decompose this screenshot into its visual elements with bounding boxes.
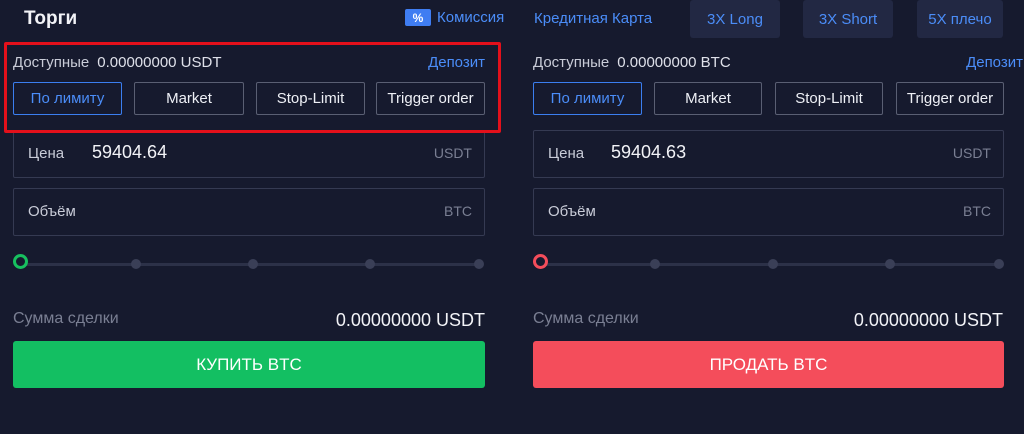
order-type-stop-limit[interactable]: Stop-Limit [775, 82, 883, 115]
page-title: Торги [24, 8, 78, 29]
price-unit: USDT [952, 145, 991, 161]
slider-step-25[interactable] [131, 259, 141, 269]
amount-slider[interactable] [533, 254, 1004, 274]
available-balance: Доступные 0.00000000 BTC [533, 54, 731, 71]
percent-icon: % [405, 9, 431, 26]
price-label: Цена [28, 145, 65, 162]
5x-leverage-button[interactable]: 5X плечо [917, 0, 1003, 38]
available-label: Доступные [533, 54, 610, 71]
order-type-market[interactable]: Market [134, 82, 244, 115]
volume-input[interactable]: Объём BTC [533, 188, 1004, 236]
buy-panel: Доступные 0.00000000 USDT Депозит По лими… [0, 38, 490, 434]
trade-sum-value: 0.00000000 USDT [853, 310, 1003, 330]
slider-step-75[interactable] [365, 259, 375, 269]
trade-sum-value: 0.00000000 USDT [335, 310, 485, 330]
order-type-trigger[interactable]: Trigger order [896, 82, 1004, 115]
available-balance: Доступные 0.00000000 USDT [13, 54, 222, 71]
slider-step-50[interactable] [248, 259, 258, 269]
commission-label: Комиссия [437, 9, 505, 26]
order-type-market[interactable]: Market [654, 82, 762, 115]
price-input[interactable]: Цена 59404.64 USDT [13, 130, 485, 178]
top-bar: Торги % Комиссия Кредитная Карта 3X Long… [0, 0, 1024, 38]
available-value: 0.00000000 BTC [617, 54, 731, 71]
available-label: Доступные [13, 54, 90, 71]
price-input[interactable]: Цена 59404.63 USDT [533, 130, 1004, 178]
slider-step-75[interactable] [885, 259, 895, 269]
deposit-link[interactable]: Депозит [428, 54, 485, 71]
volume-label: Объём [548, 203, 596, 220]
slider-step-100[interactable] [994, 259, 1004, 269]
slider-step-100[interactable] [474, 259, 484, 269]
order-type-stop-limit[interactable]: Stop-Limit [256, 82, 365, 115]
price-label: Цена [548, 145, 585, 162]
available-value: 0.00000000 USDT [97, 54, 222, 71]
volume-unit: BTC [444, 203, 472, 219]
3x-short-button[interactable]: 3X Short [803, 0, 893, 38]
credit-card-link[interactable]: Кредитная Карта [534, 10, 652, 27]
sell-button[interactable]: ПРОДАТЬ BTC [533, 341, 1004, 388]
3x-long-button[interactable]: 3X Long [690, 0, 780, 38]
price-unit: USDT [433, 145, 472, 161]
order-type-limit[interactable]: По лимиту [13, 82, 122, 115]
slider-step-50[interactable] [768, 259, 778, 269]
order-type-trigger[interactable]: Trigger order [376, 82, 485, 115]
volume-label: Объём [28, 203, 76, 220]
buy-button[interactable]: КУПИТЬ BTC [13, 341, 485, 388]
trade-sum-label: Сумма сделки [13, 310, 119, 327]
price-value: 59404.64 [92, 142, 168, 162]
sell-panel: Доступные 0.00000000 BTC Депозит По лимит… [520, 38, 1023, 434]
trade-sum-label: Сумма сделки [533, 310, 639, 327]
deposit-link[interactable]: Депозит [966, 54, 1023, 71]
order-type-limit[interactable]: По лимиту [533, 82, 642, 115]
price-value: 59404.63 [611, 142, 687, 162]
amount-slider[interactable] [13, 254, 485, 274]
volume-unit: BTC [963, 203, 991, 219]
volume-input[interactable]: Объём BTC [13, 188, 485, 236]
slider-step-25[interactable] [650, 259, 660, 269]
slider-handle[interactable] [533, 254, 548, 269]
commission-link[interactable]: % Комиссия [405, 9, 504, 26]
slider-handle[interactable] [13, 254, 28, 269]
